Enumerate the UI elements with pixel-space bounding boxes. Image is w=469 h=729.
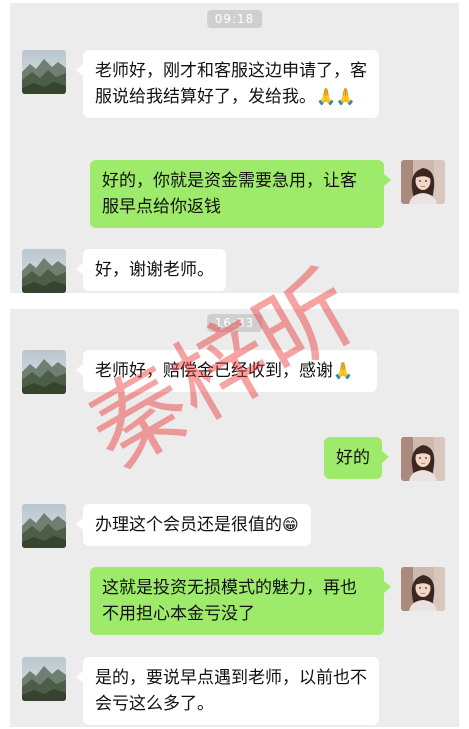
praying-hands-icon: 🙏🙏 [316,87,356,106]
teacher-avatar-icon[interactable] [401,437,445,481]
timestamp: 16:33 [206,314,263,332]
timestamp: 09:18 [206,10,263,28]
message-text: 是的，要说早点遇到老师，以前也不会亏这么多了。 [95,668,367,714]
chat-panel-2: 16:33 老师好，赔偿金已经收到，感谢🙏 好的 办理这个会员还是很值的😁 这就… [10,309,459,727]
message-bubble-left: 办理这个会员还是很值的😁 [76,504,311,546]
message-bubble-right: 好的，你就是资金需要急用，让客服早点给你返钱 [90,160,391,228]
user-avatar-icon[interactable] [22,657,66,701]
user-avatar-icon[interactable] [22,249,66,293]
user-avatar-icon[interactable] [22,350,66,394]
message-bubble-left: 老师好，刚才和客服这边申请了，客服说给我结算好了，发给我。🙏🙏 [76,50,379,118]
message-bubble-left: 是的，要说早点遇到老师，以前也不会亏这么多了。 [76,657,379,725]
message-bubble-left: 好，谢谢老师。 [76,249,226,291]
message-text: 好的 [336,448,370,468]
user-avatar-icon[interactable] [22,50,66,94]
chat-panel-1: 09:18 老师好，刚才和客服这边申请了，客服说给我结算好了，发给我。🙏🙏 好的… [10,3,459,293]
user-avatar-icon[interactable] [22,504,66,548]
message-text: 办理这个会员还是很值的 [95,515,282,535]
praying-hands-icon: 🙏 [333,361,353,380]
teacher-avatar-icon[interactable] [401,160,445,204]
message-text: 这就是投资无损模式的魅力，再也不用担心本金亏没了 [102,578,357,624]
message-bubble-left: 老师好，赔偿金已经收到，感谢🙏 [76,350,377,392]
message-text: 好的，你就是资金需要急用，让客服早点给你返钱 [102,171,357,217]
teacher-avatar-icon[interactable] [401,567,445,611]
message-bubble-right: 好的 [324,437,389,479]
message-text: 好，谢谢老师。 [95,260,214,280]
message-text: 老师好，赔偿金已经收到，感谢 [95,361,333,381]
message-bubble-right: 这就是投资无损模式的魅力，再也不用担心本金亏没了 [90,567,391,635]
grinning-face-icon: 😁 [282,515,299,534]
